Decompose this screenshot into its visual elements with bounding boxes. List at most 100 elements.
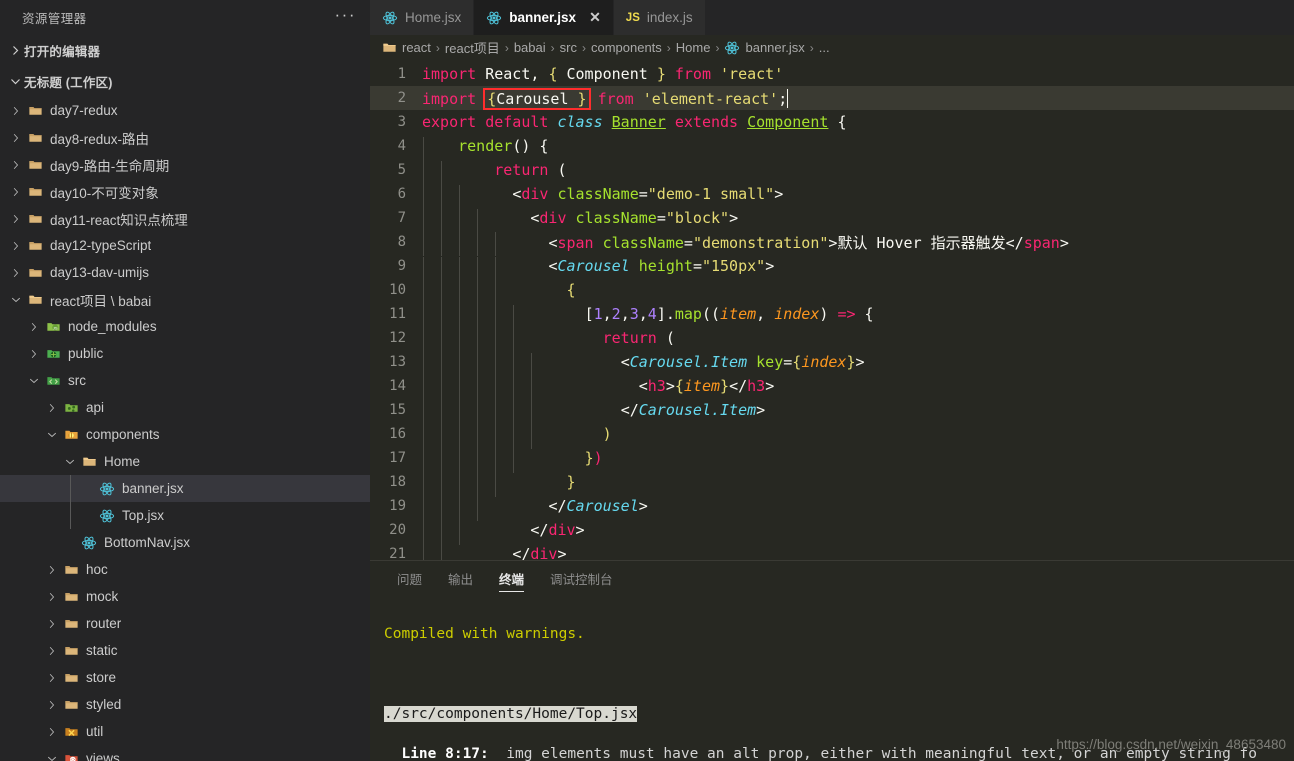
chevron-right-icon[interactable] <box>44 564 60 576</box>
panel-tab[interactable]: 输出 <box>435 561 486 596</box>
code-line[interactable]: 12 return ( <box>370 326 1294 350</box>
tree-item[interactable]: util <box>0 718 370 745</box>
chevron-right-icon[interactable] <box>8 105 24 117</box>
code-line[interactable]: 21 </div> <box>370 542 1294 560</box>
breadcrumb-item[interactable]: react <box>382 40 431 55</box>
chevron-right-icon[interactable] <box>44 645 60 657</box>
editor-tab[interactable]: Home.jsx <box>370 0 474 35</box>
tree-item[interactable]: router <box>0 610 370 637</box>
breadcrumb-item[interactable]: react项目 <box>445 38 500 57</box>
tree-item[interactable]: day13-dav-umijs <box>0 259 370 286</box>
code-line[interactable]: 20 </div> <box>370 518 1294 542</box>
chevron-right-icon[interactable] <box>44 618 60 630</box>
tree-item[interactable]: mock <box>0 583 370 610</box>
code-line[interactable]: 6 <div className="demo-1 small"> <box>370 182 1294 206</box>
code-line[interactable]: 19 </Carousel> <box>370 494 1294 518</box>
chevron-right-icon[interactable] <box>44 699 60 711</box>
panel-tab[interactable]: 终端 <box>486 561 537 596</box>
line-number: 8 <box>370 234 422 250</box>
tree-item[interactable]: day12-typeScript <box>0 232 370 259</box>
breadcrumb-item[interactable]: banner.jsx <box>724 40 804 56</box>
code-line[interactable]: 9 <Carousel height="150px"> <box>370 254 1294 278</box>
tree-item[interactable]: day7-redux <box>0 97 370 124</box>
chevron-down-icon[interactable] <box>44 753 60 761</box>
code-line[interactable]: 10 { <box>370 278 1294 302</box>
tree-item[interactable]: store <box>0 664 370 691</box>
code-line[interactable]: 3export default class Banner extends Com… <box>370 110 1294 134</box>
line-number: 14 <box>370 378 422 394</box>
tree-item[interactable]: hoc <box>0 556 370 583</box>
tree-item[interactable]: day9-路由-生命周期 <box>0 151 370 178</box>
code-line[interactable]: 2import {Carousel } from 'element-react'… <box>370 86 1294 110</box>
explorer-title-row: 资源管理器 ··· <box>0 0 370 35</box>
tree-item[interactable]: day11-react知识点梳理 <box>0 205 370 232</box>
editor-tab-bar[interactable]: Home.jsx banner.jsx ✕ JSindex.js <box>370 0 1294 35</box>
tree-item[interactable]: styled <box>0 691 370 718</box>
code-line[interactable]: 8 <span className="demonstration">默认 Hov… <box>370 230 1294 254</box>
code-line[interactable]: 18 } <box>370 470 1294 494</box>
chevron-down-icon[interactable] <box>8 294 24 306</box>
tree-item-selected[interactable]: banner.jsx <box>0 475 370 502</box>
chevron-right-icon[interactable] <box>8 213 24 225</box>
panel-tab[interactable]: 调试控制台 <box>537 561 626 596</box>
close-icon[interactable]: ✕ <box>589 9 601 26</box>
more-actions-icon[interactable]: ··· <box>335 11 356 25</box>
tree-item[interactable]: day10-不可变对象 <box>0 178 370 205</box>
code-line[interactable]: 11 [1,2,3,4].map((item, index) => { <box>370 302 1294 326</box>
tree-item[interactable]: react项目 \ babai <box>0 286 370 313</box>
chevron-right-icon[interactable] <box>8 186 24 198</box>
editor-tab-label: banner.jsx <box>509 10 576 25</box>
code-line[interactable]: 4 render() { <box>370 134 1294 158</box>
tree-item[interactable]: public <box>0 340 370 367</box>
tree-item[interactable]: components <box>0 421 370 448</box>
breadcrumb-item[interactable]: Home <box>676 40 711 55</box>
code-line[interactable]: 15 </Carousel.Item> <box>370 398 1294 422</box>
breadcrumb[interactable]: react›react项目›babai›src›components›Home›… <box>370 35 1294 60</box>
section-workspace[interactable]: 无标题 (工作区) <box>0 66 370 97</box>
terminal-blank-line <box>384 664 1294 684</box>
chevron-down-icon[interactable] <box>44 429 60 441</box>
code-line[interactable]: 16 ) <box>370 422 1294 446</box>
tree-item[interactable]: static <box>0 637 370 664</box>
tree-item-label: util <box>86 724 103 739</box>
breadcrumb-item[interactable]: ... <box>819 40 830 55</box>
tree-item[interactable]: <>views <box>0 745 370 761</box>
chevron-down-icon[interactable] <box>62 456 78 468</box>
tree-item[interactable]: api <box>0 394 370 421</box>
chevron-right-icon[interactable] <box>8 132 24 144</box>
tree-item[interactable]: day8-redux-路由 <box>0 124 370 151</box>
section-open-editors[interactable]: 打开的编辑器 <box>0 35 370 66</box>
panel-tab[interactable]: 问题 <box>384 561 435 596</box>
file-tree[interactable]: day7-reduxday8-redux-路由day9-路由-生命周期day10… <box>0 97 370 761</box>
code-line[interactable]: 14 <h3>{item}</h3> <box>370 374 1294 398</box>
code-line[interactable]: 1import React, { Component } from 'react… <box>370 62 1294 86</box>
breadcrumb-item[interactable]: components <box>591 40 662 55</box>
tree-item[interactable]: BottomNav.jsx <box>0 529 370 556</box>
breadcrumb-item[interactable]: babai <box>514 40 546 55</box>
chevron-right-icon[interactable] <box>44 402 60 414</box>
chevron-down-icon[interactable] <box>26 375 42 387</box>
code-editor[interactable]: 1import React, { Component } from 'react… <box>370 60 1294 560</box>
code-line[interactable]: 7 <div className="block"> <box>370 206 1294 230</box>
tree-item[interactable]: JSnode_modules <box>0 313 370 340</box>
line-number: 12 <box>370 330 422 346</box>
chevron-right-icon[interactable] <box>44 726 60 738</box>
code-line[interactable]: 13 <Carousel.Item key={index}> <box>370 350 1294 374</box>
panel-tab-bar[interactable]: 问题输出终端调试控制台 <box>370 561 1294 596</box>
editor-tab[interactable]: banner.jsx ✕ <box>474 0 614 35</box>
terminal-file-path[interactable]: ./src/components/Home/Top.jsx <box>384 706 637 722</box>
chevron-right-icon[interactable] <box>26 348 42 360</box>
tree-item[interactable]: src <box>0 367 370 394</box>
tree-item[interactable]: Home <box>0 448 370 475</box>
chevron-right-icon[interactable] <box>8 267 24 279</box>
chevron-right-icon[interactable] <box>44 591 60 603</box>
breadcrumb-item[interactable]: src <box>560 40 577 55</box>
chevron-right-icon[interactable] <box>8 159 24 171</box>
chevron-right-icon[interactable] <box>26 321 42 333</box>
chevron-right-icon[interactable] <box>8 240 24 252</box>
chevron-right-icon[interactable] <box>44 672 60 684</box>
tree-item[interactable]: Top.jsx <box>0 502 370 529</box>
code-line[interactable]: 17 }) <box>370 446 1294 470</box>
editor-tab[interactable]: JSindex.js <box>614 0 706 35</box>
code-line[interactable]: 5 return ( <box>370 158 1294 182</box>
